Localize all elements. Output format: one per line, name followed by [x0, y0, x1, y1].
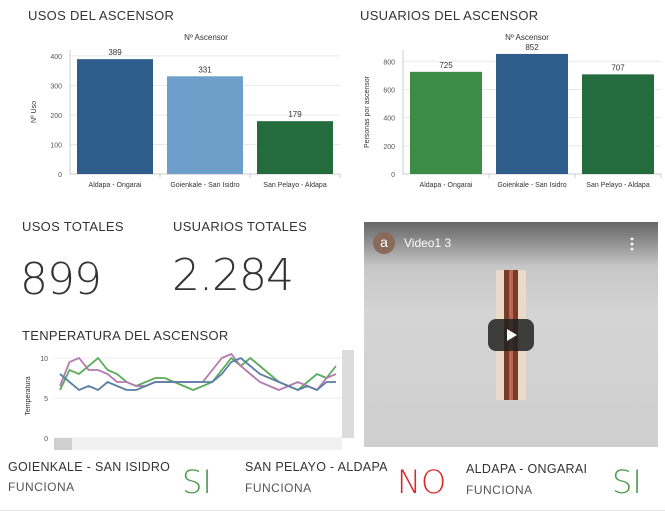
video-player[interactable]: a Video1 3 — [364, 222, 658, 447]
bar — [77, 59, 153, 174]
y-tick-label: 200 — [50, 113, 62, 120]
x-tick-label: Goienkale - San Isidro — [497, 182, 566, 189]
x-tick-label: San Pelayo - Aldapa — [586, 182, 650, 189]
bar — [167, 76, 243, 174]
vertical-scrollbar[interactable] — [342, 350, 354, 438]
bottom-divider — [0, 510, 665, 511]
status-san-pelayo: SAN PELAYO - ALDAPA FUNCIONA — [245, 460, 388, 495]
y-tick-label: 0 — [391, 172, 395, 179]
usos-totales-value: 899 — [20, 254, 102, 305]
bar — [496, 53, 568, 175]
bar — [410, 71, 482, 174]
usos-chart-title: USOS DEL ASCENSOR — [28, 8, 175, 23]
y-tick-label: 0 — [44, 436, 48, 443]
status-sub-label: FUNCIONA — [245, 481, 312, 495]
y-tick-label: 400 — [383, 116, 395, 123]
y-tick-label: 800 — [383, 59, 395, 66]
status-value-aldapa: SI — [612, 463, 642, 501]
series-line — [59, 352, 337, 392]
channel-avatar[interactable]: a — [373, 232, 395, 254]
video-title[interactable]: Video1 3 — [404, 236, 451, 250]
y-axis-label: Nº Uso — [31, 101, 38, 123]
status-name: SAN PELAYO - ALDAPA — [245, 460, 388, 474]
y-tick-label: 5 — [44, 396, 48, 403]
temperatura-line-chart: Temperatura 0 5 10 — [25, 352, 342, 443]
status-value-san-pelayo: NO — [397, 463, 447, 501]
y-axis-label: Temperatura — [25, 376, 32, 415]
bar-value-label: 707 — [611, 63, 625, 72]
play-icon — [507, 329, 517, 341]
bar — [257, 121, 333, 174]
more-vert-icon[interactable] — [624, 236, 640, 252]
horizontal-scrollbar[interactable] — [54, 438, 342, 450]
y-tick-label: 0 — [58, 172, 62, 179]
y-tick-label: 400 — [50, 54, 62, 61]
status-sub-label: FUNCIONA — [466, 483, 533, 497]
chart-header: Nº Ascensor — [184, 33, 228, 42]
bar-value-label: 389 — [108, 48, 122, 57]
chart-header: Nº Ascensor — [505, 33, 549, 42]
status-goienkale: GOIENKALE - SAN ISIDRO FUNCIONA — [8, 460, 170, 494]
y-tick-label: 600 — [383, 87, 395, 94]
bar-value-label: 852 — [525, 43, 539, 52]
bar-value-label: 725 — [439, 61, 453, 70]
y-tick-label: 200 — [383, 144, 395, 151]
play-button[interactable] — [488, 319, 534, 351]
y-tick-label: 10 — [40, 356, 48, 363]
usos-totales-label: USOS TOTALES — [22, 219, 124, 234]
bar-value-label: 179 — [288, 110, 302, 119]
series-line — [59, 356, 337, 392]
status-aldapa: ALDAPA - ONGARAI FUNCIONA — [466, 462, 587, 497]
status-sub-label: FUNCIONA — [8, 480, 75, 494]
usos-bar-chart: Nº Ascensor Nº Uso 0 100 200 300 400 389 Aldapa … — [31, 33, 341, 189]
bar — [582, 74, 654, 174]
y-tick-label: 300 — [50, 83, 62, 90]
x-tick-label: Aldapa - Ongarai — [420, 182, 473, 189]
bar-value-label: 331 — [198, 65, 212, 74]
temperatura-chart-title: TENPERATURA DEL ASCENSOR — [22, 328, 229, 343]
horizontal-scrollbar-thumb[interactable] — [54, 438, 72, 450]
status-name: GOIENKALE - SAN ISIDRO — [8, 460, 171, 474]
x-tick-label: San Pelayo - Aldapa — [263, 182, 327, 189]
usuarios-totales-label: USUARIOS TOTALES — [173, 219, 308, 234]
x-tick-label: Aldapa - Ongarai — [89, 182, 142, 189]
y-tick-label: 100 — [50, 142, 62, 149]
usuarios-bar-chart: Nº Ascensor Personas por ascensor 0 200 400 6… — [364, 33, 662, 189]
x-tick-label: Goienkale - San Isidro — [170, 182, 239, 189]
status-name: ALDAPA - ONGARAI — [466, 462, 588, 476]
status-value-goienkale: SI — [182, 463, 212, 501]
usuarios-totales-value: 2.284 — [172, 250, 294, 301]
usuarios-chart-title: USUARIOS DEL ASCENSOR — [360, 8, 539, 23]
y-axis-label: Personas por ascensor — [364, 75, 371, 148]
